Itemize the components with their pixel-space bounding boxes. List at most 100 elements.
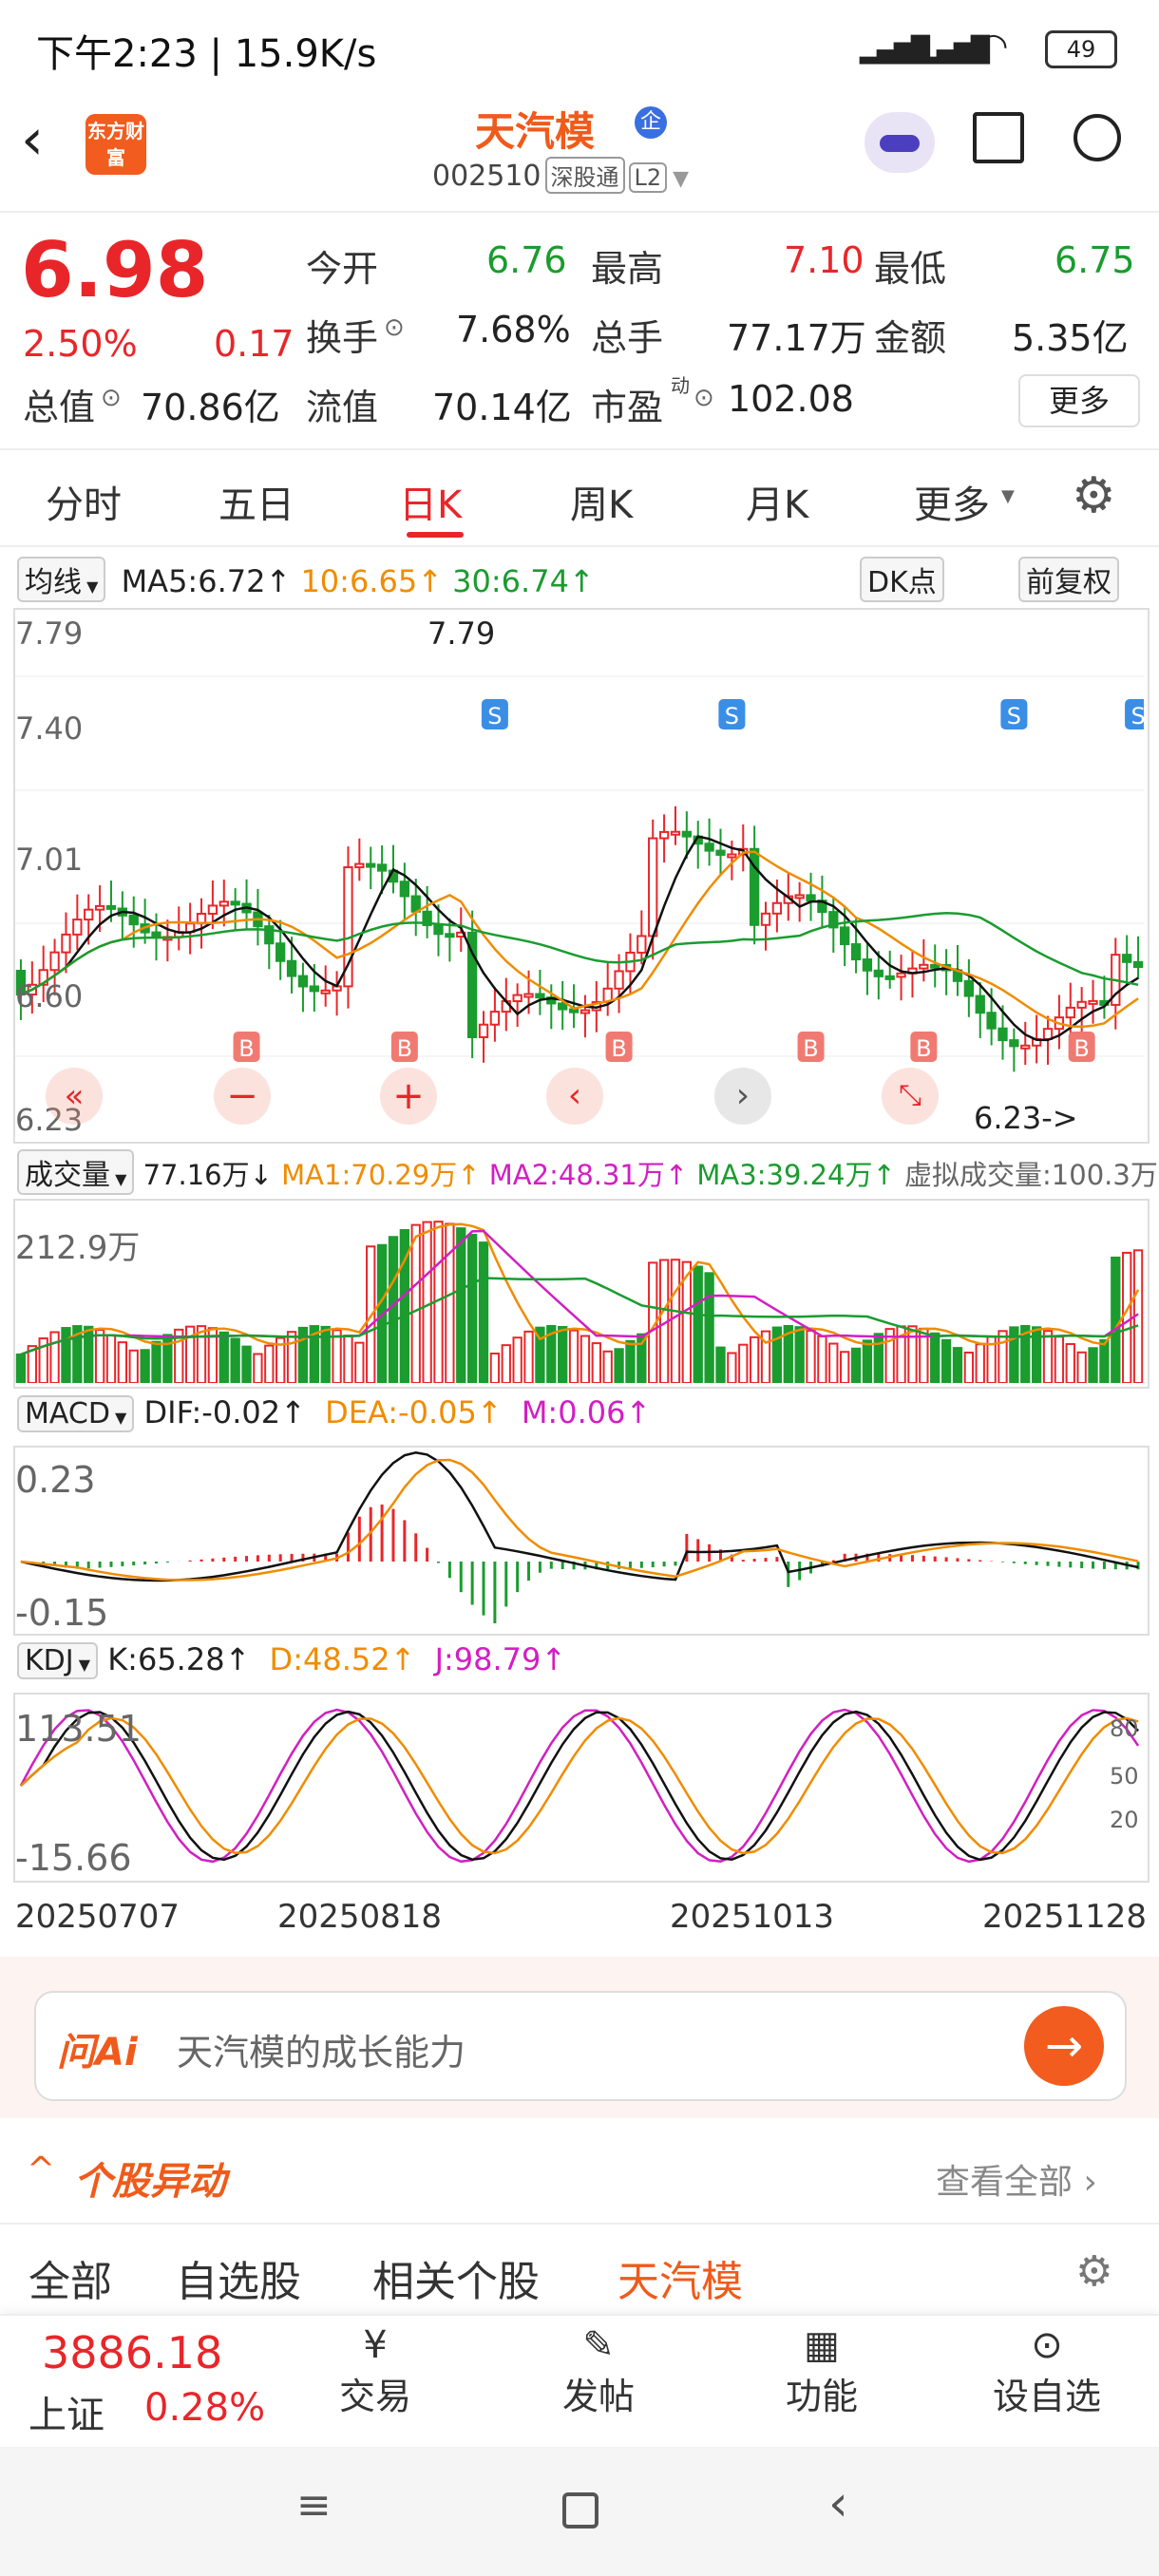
total-cap-value: 70.86亿 — [141, 387, 280, 428]
candle-body — [489, 1011, 501, 1026]
adjust-button[interactable]: 前复权 — [1018, 557, 1119, 602]
volume-bar — [817, 1335, 827, 1384]
more-button[interactable]: 更多 — [1018, 374, 1140, 427]
back-icon[interactable]: ‹ — [21, 106, 44, 173]
tab-five-day[interactable]: 五日 — [218, 474, 294, 529]
stock-code-row: 002510 深股通 L2 ▼ — [432, 157, 689, 194]
date-label-2: 20250818 — [277, 1898, 443, 1936]
tabs-divider — [0, 545, 1159, 547]
caret-down-icon[interactable]: ▼ — [1001, 486, 1015, 506]
volume-bar — [794, 1326, 805, 1385]
expand-icon[interactable]: ⤡ — [882, 1068, 939, 1125]
volume-bar — [558, 1326, 568, 1385]
candle-body — [410, 895, 421, 913]
filter-all[interactable]: 全部 — [28, 2247, 112, 2308]
nav-post[interactable]: ✎ 发帖 — [537, 2323, 660, 2419]
kdj-chart[interactable] — [13, 1693, 1150, 1883]
macd-m: M:0.06↑ — [521, 1394, 652, 1430]
info-icon[interactable]: ⊙ — [384, 313, 405, 342]
candle-body — [727, 853, 737, 859]
candle-body — [320, 989, 331, 994]
macd-chart[interactable] — [13, 1446, 1150, 1636]
zoom-in-icon[interactable]: + — [380, 1068, 437, 1125]
search-icon[interactable] — [1074, 114, 1121, 161]
dea-line — [20, 1458, 1139, 1582]
tab-intraday[interactable]: 分时 — [46, 474, 122, 529]
candle-body — [445, 933, 455, 938]
volume-bar — [105, 1334, 117, 1384]
app-logo[interactable]: 东方财富 — [86, 114, 146, 175]
back-nav-icon[interactable]: ‹ — [828, 2475, 848, 2532]
candle-body — [636, 935, 647, 954]
nav-trade[interactable]: ¥ 交易 — [314, 2323, 437, 2419]
menu-icon[interactable]: ≡ — [296, 2481, 332, 2529]
filter-watchlist[interactable]: 自选股 — [176, 2247, 301, 2308]
kdj-select[interactable]: KDJ ▼ — [17, 1642, 99, 1679]
arrow-right-icon[interactable]: → — [1024, 2006, 1104, 2086]
nav-functions[interactable]: ▦ 功能 — [760, 2323, 884, 2419]
settings-icon[interactable]: ⚙ — [1075, 2247, 1112, 2296]
ma-select-label: 均线 — [25, 566, 82, 599]
ai-input[interactable]: 问Ai 天汽模的成长能力 → — [34, 1991, 1127, 2101]
view-all-link[interactable]: 查看全部 › — [936, 2154, 1097, 2204]
candle-body — [715, 849, 726, 856]
candle-body — [963, 979, 975, 997]
volume-bar — [264, 1344, 275, 1385]
tab-monthly-k[interactable]: 月K — [746, 474, 808, 529]
amount-label: 金额 — [874, 317, 947, 359]
vol-ma3: MA3:39.24万↑ — [696, 1159, 896, 1191]
zoom-out-icon[interactable]: − — [214, 1068, 271, 1125]
ai-logo: 问Ai — [57, 2031, 138, 2074]
ma-select[interactable]: 均线 ▼ — [17, 557, 106, 602]
volume-select[interactable]: 成交量 ▼ — [17, 1149, 135, 1195]
kdj-j-line — [19, 1708, 1140, 1864]
filter-related[interactable]: 相关个股 — [372, 2247, 540, 2308]
home-icon[interactable] — [562, 2492, 598, 2529]
candle-body — [230, 900, 240, 906]
tab-daily-k[interactable]: 日K — [399, 474, 462, 529]
kline-svg: B B S B S B B S B S — [15, 675, 1152, 1072]
kdj-right-80: 80 — [1110, 1715, 1139, 1742]
high-label: 最高 — [591, 248, 664, 290]
prev-icon[interactable]: ‹ — [546, 1068, 603, 1125]
volume-bar — [828, 1342, 839, 1384]
kline-chart[interactable]: B B S B S B B S B S — [13, 608, 1152, 1144]
tab-more[interactable]: 更多 — [914, 474, 990, 529]
volume-bar — [61, 1327, 71, 1385]
volume-bar — [445, 1222, 455, 1384]
share-icon[interactable] — [973, 112, 1024, 163]
index-change: 0.28% — [144, 2386, 266, 2430]
low-label: 最低 — [874, 248, 947, 290]
volume-bar — [1111, 1256, 1121, 1384]
date-label-4: 20251128 — [982, 1898, 1148, 1936]
filter-stock[interactable]: 天汽模 — [618, 2247, 743, 2308]
more-circle-icon: ⊙ — [1031, 2323, 1063, 2367]
pe-label: 市盈 — [591, 387, 664, 428]
candle-body — [975, 994, 985, 1014]
info-icon[interactable]: ⊙ — [101, 384, 122, 412]
nav-add-watch[interactable]: ⊙ 设自选 — [971, 2323, 1123, 2419]
next-icon[interactable]: › — [714, 1068, 771, 1125]
caret-down-icon[interactable]: ▼ — [673, 167, 689, 191]
enterprise-badge: 企 — [635, 106, 667, 139]
dif-line — [20, 1451, 1139, 1582]
robot-avatar-icon[interactable] — [864, 112, 935, 173]
volume-bar — [715, 1346, 726, 1384]
volume-bar — [49, 1331, 60, 1385]
fast-back-icon[interactable]: « — [46, 1068, 103, 1125]
volume-svg — [15, 1221, 1144, 1385]
index-value[interactable]: 3886.18 — [42, 2327, 222, 2378]
volume-bar — [162, 1334, 173, 1385]
tab-weekly-k[interactable]: 周K — [570, 474, 633, 529]
candle-body — [794, 894, 805, 900]
volume-row: 成交量 ▼ 77.16万↓ MA1:70.29万↑ MA2:48.31万↑ MA… — [17, 1149, 1158, 1195]
signal-icon: ▂▄▆█ — [860, 36, 930, 65]
period-tabs: 分时 五日 日K 周K 月K 更多 ▼ ⚙ — [0, 450, 1159, 545]
gear-icon[interactable]: ⚙ — [1072, 467, 1116, 524]
dk-button[interactable]: DK点 — [860, 557, 944, 602]
volume-chart[interactable] — [13, 1199, 1150, 1389]
volume-bar — [625, 1339, 636, 1385]
volume-bar — [15, 1354, 27, 1384]
macd-select[interactable]: MACD ▼ — [17, 1395, 135, 1432]
info-icon[interactable]: ⊙ — [694, 384, 714, 412]
